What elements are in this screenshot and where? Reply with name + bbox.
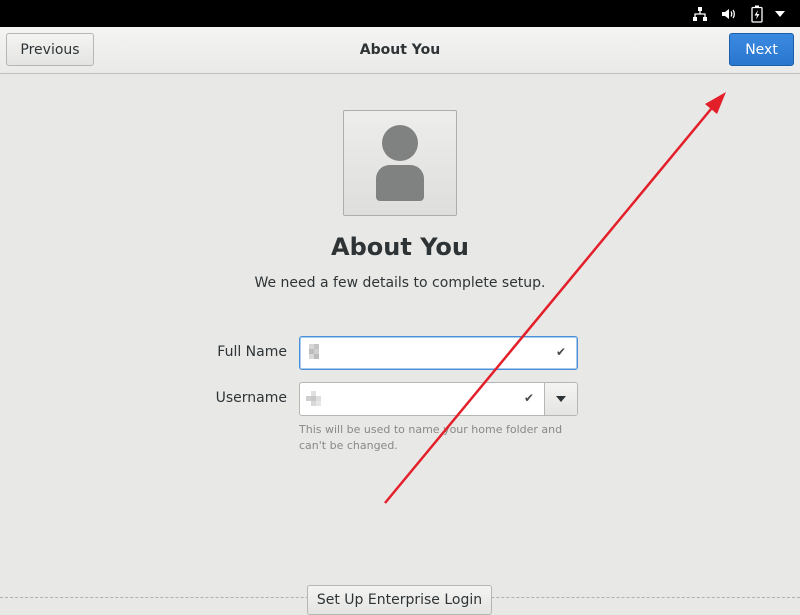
next-button[interactable]: Next (729, 33, 794, 66)
top-bar (0, 0, 800, 27)
username-input[interactable] (308, 383, 528, 415)
avatar[interactable] (343, 110, 457, 216)
chevron-down-icon (556, 396, 566, 402)
page-subtitle: We need a few details to complete setup. (254, 275, 546, 291)
username-hint: This will be used to name your home fold… (299, 423, 563, 452)
header-title: About You (359, 42, 441, 58)
check-icon: ✔ (524, 391, 535, 405)
volume-icon[interactable] (718, 0, 738, 27)
full-name-field[interactable]: ✔ (299, 336, 578, 370)
network-icon[interactable] (690, 0, 710, 27)
username-label: Username (215, 390, 287, 406)
user-avatar-icon (376, 125, 424, 201)
page-title: About You (331, 233, 469, 261)
battery-icon[interactable] (748, 0, 766, 27)
username-dropdown-button[interactable] (544, 383, 577, 415)
previous-button[interactable]: Previous (6, 33, 94, 66)
enterprise-login-button[interactable]: Set Up Enterprise Login (307, 585, 492, 615)
full-name-input[interactable] (308, 337, 528, 369)
full-name-label: Full Name (217, 344, 287, 360)
header-bar: About You Previous Next (0, 27, 800, 74)
annotation-arrow-icon (384, 92, 726, 504)
username-combo[interactable]: ✔ (299, 382, 578, 416)
check-icon: ✔ (556, 345, 567, 359)
menu-arrow-icon[interactable] (772, 0, 788, 27)
